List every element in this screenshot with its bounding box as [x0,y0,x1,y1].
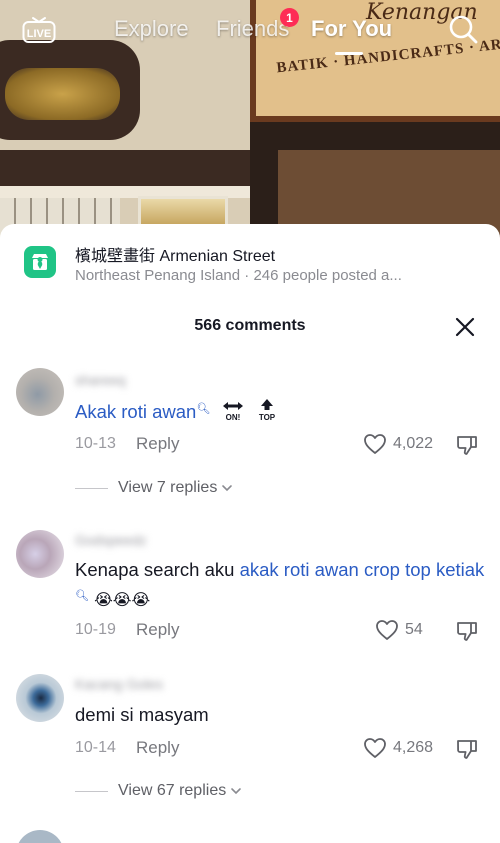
search-icon [449,15,478,44]
live-button[interactable]: LIVE [22,14,56,44]
dislike-button[interactable] [455,619,479,643]
comment-date: 10-19 [75,621,116,638]
view-replies-label: View 7 replies [118,479,218,496]
comment-text-plain: Kenapa search aku [75,559,240,580]
on-arrow-icon: ON! [221,398,245,429]
like-button[interactable]: 4,022 [363,432,433,456]
location-title: 檳城壁畫街 Armenian Street [75,248,276,265]
search-button[interactable] [448,14,478,44]
close-button[interactable] [454,316,476,338]
thumbs-down-icon [457,436,477,455]
reply-button[interactable]: Reply [136,738,179,758]
like-button[interactable]: 4,268 [363,736,433,760]
comment-text: Akak roti awan🔍︎ ON! TOP [75,396,485,429]
comment-meta: 10-14 Reply 4,268 [75,736,485,760]
gold-carving [5,68,120,120]
heart-icon [376,620,398,640]
search-keyword-link[interactable]: akak roti awan crop top ketiak [240,559,485,580]
like-count: 54 [405,621,423,638]
comment-username[interactable]: Godspeedz [75,532,147,548]
live-label: LIVE [27,28,51,40]
comment-text: Kenapa search aku akak roti awan crop to… [75,556,485,613]
active-tab-indicator [335,52,363,55]
top-navigation: LIVE Explore Friends 1 For You [0,0,500,60]
heart-icon [364,738,386,758]
avatar[interactable] [16,368,64,416]
comments-sheet: 檳城壁畫街 Armenian Street Northeast Penang I… [0,224,500,843]
dislike-button[interactable] [455,433,479,457]
view-replies-button[interactable]: View 67 replies [75,780,242,802]
reply-button[interactable]: Reply [136,620,179,640]
crying-emojis: 😭😭😭 [94,590,151,609]
comment-username[interactable]: Kacang Goles [75,676,163,692]
search-keyword-link[interactable]: Akak roti awan [75,401,196,422]
like-button[interactable]: 54 [375,618,423,642]
location-row[interactable]: 檳城壁畫街 Armenian Street Northeast Penang I… [0,224,500,300]
top-arrow-icon: TOP [255,398,279,429]
location-subtitle: Northeast Penang Island · 246 people pos… [75,267,402,284]
chevron-down-icon [222,485,233,492]
like-count: 4,268 [393,739,434,756]
replies-divider [75,790,108,792]
tab-explore[interactable]: Explore [114,16,189,42]
avatar[interactable] [16,674,64,722]
keyword-search-icon: 🔍︎ [75,590,89,602]
comments-header: 566 comments [0,314,500,340]
on-label: ON! [226,413,241,422]
view-replies-label: View 67 replies [118,782,227,799]
comment-text: demi si masyam [75,704,209,725]
friends-notification-badge: 1 [280,8,299,27]
comments-count: 566 comments [194,317,306,334]
tab-friends[interactable]: Friends [216,16,289,42]
roof-eave [0,150,260,186]
keyword-search-icon: 🔍︎ [196,403,211,415]
comment-date: 10-14 [75,739,116,756]
tab-for-you[interactable]: For You [311,16,392,42]
chevron-down-icon [231,788,242,795]
comment-meta: 10-19 Reply 54 [75,618,485,642]
comment-date: 10-13 [75,435,116,452]
comment-username[interactable]: shareeq [75,372,126,388]
thumbs-down-icon [457,740,477,759]
dislike-button[interactable] [455,737,479,761]
avatar[interactable] [16,530,64,578]
thumbs-down-icon [457,622,477,641]
view-replies-button[interactable]: View 7 replies [75,477,233,499]
close-icon [455,317,475,337]
avatar[interactable] [16,830,64,843]
like-count: 4,022 [393,435,434,452]
comment-meta: 10-13 Reply 4,022 [75,432,485,456]
heart-icon [364,434,386,454]
location-pin-icon [24,246,56,278]
live-tv-icon: LIVE [22,17,56,43]
reply-button[interactable]: Reply [136,434,179,454]
top-label: TOP [258,413,275,422]
replies-divider [75,487,108,489]
